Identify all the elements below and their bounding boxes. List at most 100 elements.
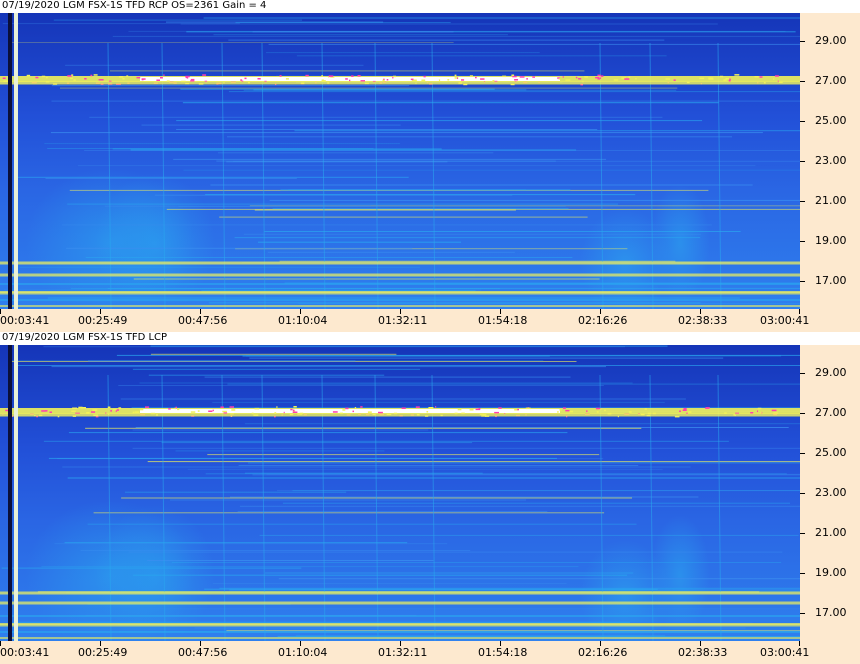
noise-line [65,64,364,66]
signal-speckle [5,409,8,412]
y-tick [800,573,805,574]
bottom-band [0,623,800,625]
signal-speckle [72,407,78,409]
noise-line [118,385,604,386]
signal-speckle [71,410,76,412]
noise-line [47,148,374,149]
noise-line [249,357,724,359]
noise-line [234,237,701,239]
signal-speckle [132,411,135,414]
x-tick-label: 02:38:33 [678,314,728,327]
signal-speckle [352,410,354,413]
signal-speckle [559,409,562,411]
noise-line [180,88,495,90]
x-tick-label: 01:10:04 [278,314,328,327]
noise-line [15,365,800,366]
signal-speckle [90,74,93,77]
noise-line [85,427,642,429]
signal-speckle [244,77,247,80]
y-tick-label: 25.00 [815,114,847,127]
signal-speckle [757,407,762,410]
signal-speckle [469,409,474,411]
x-tick-label: 00:25:49 [78,314,128,327]
signal-speckle [382,79,385,82]
noise-line [104,205,372,207]
noise-line [2,23,240,25]
noise-line [140,608,800,610]
time-axis: 00:03:41 00:25:49 00:47:56 01:10:04 01:32:11… [0,309,860,332]
signal-speckle [401,407,406,409]
signal-speckle [136,76,141,79]
signal-speckle [435,406,437,408]
noise-line [228,39,665,41]
signal-speckle [771,409,777,412]
signal-speckle [360,406,363,408]
y-tick-label: 23.00 [815,486,847,499]
signal-speckle [706,407,710,409]
noise-line [88,360,356,362]
signal-speckle [604,409,606,412]
noise-line [265,572,634,574]
signal-band [0,601,800,605]
signal-speckle [635,78,637,80]
x-tick-label: 01:32:11 [378,314,428,327]
noise-line [244,423,800,425]
signal-speckle [415,406,420,408]
noise-line [132,429,429,431]
signal-speckle [760,411,762,414]
noise-line [43,440,729,442]
x-tick-label: 00:47:56 [178,314,228,327]
noise-line [264,231,741,232]
noise-line [148,374,385,376]
noise-line [19,266,421,268]
signal-speckle [461,79,465,81]
noise-line [203,17,800,19]
signal-speckle [575,76,578,79]
x-tick-label: 02:38:33 [678,646,728,659]
x-tick-label: 01:10:04 [278,646,328,659]
bottom-band [0,637,800,639]
noise-line [60,87,678,89]
noise-line [254,209,516,211]
bottom-band [0,631,800,633]
signal-speckle [290,408,293,411]
signal-speckle [292,411,298,413]
rcp-spectrogram-panel: 07/19/2020 LGM FSX-1S TFD RCP OS=2361 Ga… [0,0,860,332]
signal-speckle [116,409,119,411]
noise-line [161,442,473,444]
time-axis: 00:03:41 00:25:49 00:47:56 01:10:04 01:32:11… [0,641,860,664]
signal-speckle [360,80,365,82]
y-tick-label: 27.00 [815,74,847,87]
signal-speckle [35,76,39,79]
noise-line [213,34,508,36]
signal-speckle [49,411,52,413]
signal-speckle [558,78,561,80]
signal-speckle [91,411,96,413]
y-tick [800,201,805,202]
signal-speckle [557,411,559,413]
noise-line [150,353,397,355]
y-tick-label: 29.00 [815,366,847,379]
noise-line [54,543,448,545]
noise-line [243,233,701,235]
noise-line [171,562,782,563]
noise-line [51,366,606,368]
noise-line [183,169,800,171]
noise-line [12,621,630,623]
noise-line [272,208,569,210]
signal-speckle [41,410,46,412]
signal-speckle [565,409,570,412]
signal-speckle [160,77,163,79]
signal-speckle [257,78,261,80]
noise-line [15,176,409,178]
signal-speckle [285,78,289,80]
x-tick-label: 00:47:56 [178,646,228,659]
signal-speckle [613,79,619,81]
noise-line [68,432,568,434]
y-tick-label: 17.00 [815,274,847,287]
spectrogram-plot-area [0,345,800,641]
signal-speckle [683,408,687,410]
noise-line [237,511,548,512]
noise-line [267,251,515,253]
noise-line [133,278,600,280]
